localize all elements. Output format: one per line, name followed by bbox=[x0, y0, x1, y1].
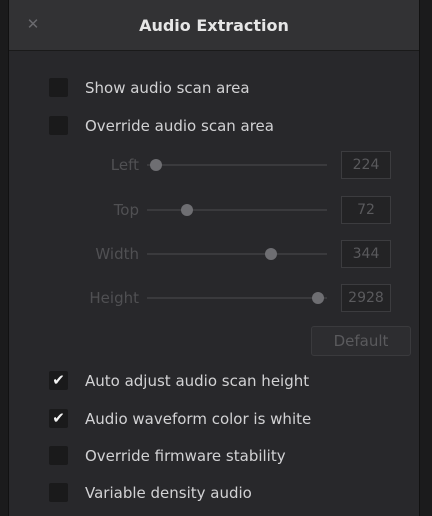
slider-track[interactable] bbox=[147, 164, 327, 166]
slider-label: Height bbox=[89, 289, 139, 307]
slider-row-top: Top 72 bbox=[9, 196, 419, 224]
default-button[interactable]: Default bbox=[311, 326, 411, 356]
slider-thumb[interactable] bbox=[180, 204, 193, 216]
slider-label: Left bbox=[110, 156, 139, 174]
checkbox-box[interactable] bbox=[49, 78, 68, 97]
checkbox-label: Variable density audio bbox=[85, 484, 252, 502]
checkbox-box[interactable] bbox=[49, 483, 68, 502]
slider-thumb[interactable] bbox=[150, 159, 162, 171]
checkbox-label: Audio waveform color is white bbox=[85, 410, 312, 428]
slider-label: Top bbox=[113, 201, 139, 219]
slider-row-width: Width 344 bbox=[9, 240, 419, 268]
dialog-title: Audio Extraction bbox=[139, 16, 289, 35]
checkbox-label: Override firmware stability bbox=[85, 447, 286, 465]
checkbox-box[interactable] bbox=[49, 446, 68, 465]
slider-label: Width bbox=[95, 245, 139, 263]
slider-row-height: Height 2928 bbox=[9, 284, 419, 312]
checkbox-label: Auto adjust audio scan height bbox=[85, 372, 310, 390]
slider-track[interactable] bbox=[147, 253, 327, 255]
slider-track[interactable] bbox=[147, 209, 327, 211]
title-bar: ✕ Audio Extraction bbox=[9, 0, 419, 51]
checkbox-box[interactable]: ✔ bbox=[49, 371, 68, 390]
value-field[interactable]: 72 bbox=[341, 196, 391, 224]
checkbox-label: Override audio scan area bbox=[85, 117, 274, 135]
value-field[interactable]: 224 bbox=[341, 151, 391, 179]
audio-extraction-dialog: ✕ Audio Extraction Show audio scan area … bbox=[8, 0, 420, 516]
checkbox-box[interactable] bbox=[49, 116, 68, 135]
slider-track[interactable] bbox=[147, 297, 327, 299]
checkbox-box[interactable]: ✔ bbox=[49, 409, 68, 428]
checkbox-label: Show audio scan area bbox=[85, 79, 250, 97]
value-field[interactable]: 2928 bbox=[341, 284, 391, 312]
value-field[interactable]: 344 bbox=[341, 240, 391, 268]
slider-thumb[interactable] bbox=[312, 292, 324, 304]
slider-row-left: Left 224 bbox=[9, 151, 419, 179]
slider-thumb[interactable] bbox=[265, 248, 278, 260]
